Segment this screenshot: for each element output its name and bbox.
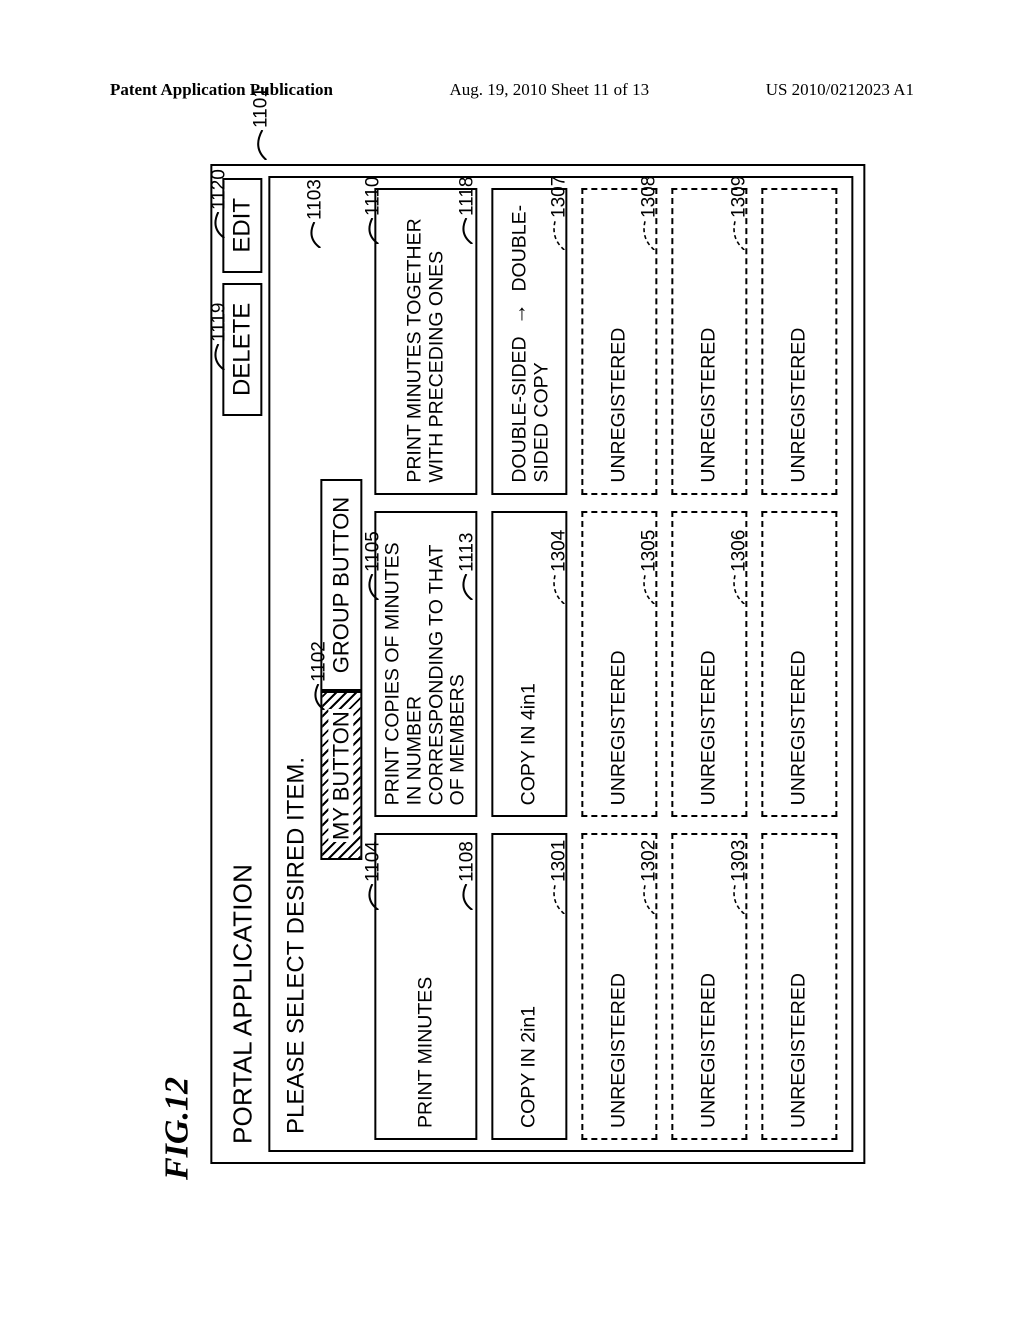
btn-print-minutes[interactable]: PRINT MINUTES: [374, 833, 477, 1140]
btn-copy-2in1[interactable]: COPY IN 2in1: [492, 833, 568, 1140]
arrow-icon: →: [506, 303, 531, 325]
btn-print-copies-members[interactable]: PRINT COPIES OF MINUTES IN NUMBER CORRES…: [374, 511, 477, 818]
header-right: US 2010/0212023 A1: [766, 80, 914, 100]
delete-button[interactable]: DELETE: [222, 283, 262, 416]
content-panel: PLEASE SELECT DESIRED ITEM. MY BUTTON GR…: [268, 176, 853, 1152]
screen-panel-1101: PORTAL APPLICATION DELETE EDIT PLEASE SE…: [210, 164, 865, 1164]
edit-button[interactable]: EDIT: [222, 178, 262, 273]
btn-double-sided-copy[interactable]: DOUBLE-SIDED → DOUBLE-SIDED COPY: [492, 188, 568, 495]
screen-title: PORTAL APPLICATION: [227, 426, 258, 1144]
slot-unregistered-1308[interactable]: UNREGISTERED: [672, 188, 748, 495]
page-header: Patent Application Publication Aug. 19, …: [0, 0, 1024, 100]
btn-print-with-preceding[interactable]: PRINT MINUTES TOGETHER WITH PRECEDING ON…: [374, 188, 477, 495]
button-grid: PRINT MINUTES PRINT COPIES OF MINUTES IN…: [374, 188, 837, 1140]
instruction-text: PLEASE SELECT DESIRED ITEM.: [276, 188, 318, 1140]
btn-copy-4in1[interactable]: COPY IN 4in1: [492, 511, 568, 818]
slot-unregistered-1301[interactable]: UNREGISTERED: [582, 833, 658, 1140]
figure-12: FIG.12 PORTAL APPLICATION DELETE EDIT PL…: [158, 130, 865, 1190]
slot-unregistered-1302[interactable]: UNREGISTERED: [672, 833, 748, 1140]
header-center: Aug. 19, 2010 Sheet 11 of 13: [450, 80, 650, 100]
header-left: Patent Application Publication: [110, 80, 333, 100]
slot-unregistered-1309[interactable]: UNREGISTERED: [762, 188, 838, 495]
slot-unregistered-1306[interactable]: UNREGISTERED: [762, 511, 838, 818]
slot-unregistered-1305[interactable]: UNREGISTERED: [672, 511, 748, 818]
group-button-tab[interactable]: GROUP BUTTON: [320, 479, 362, 691]
my-button-tab[interactable]: MY BUTTON: [320, 691, 362, 860]
slot-unregistered-1307[interactable]: UNREGISTERED: [582, 188, 658, 495]
slot-unregistered-1304[interactable]: UNREGISTERED: [582, 511, 658, 818]
slot-unregistered-1303[interactable]: UNREGISTERED: [762, 833, 838, 1140]
figure-label: FIG.12: [158, 130, 196, 1180]
